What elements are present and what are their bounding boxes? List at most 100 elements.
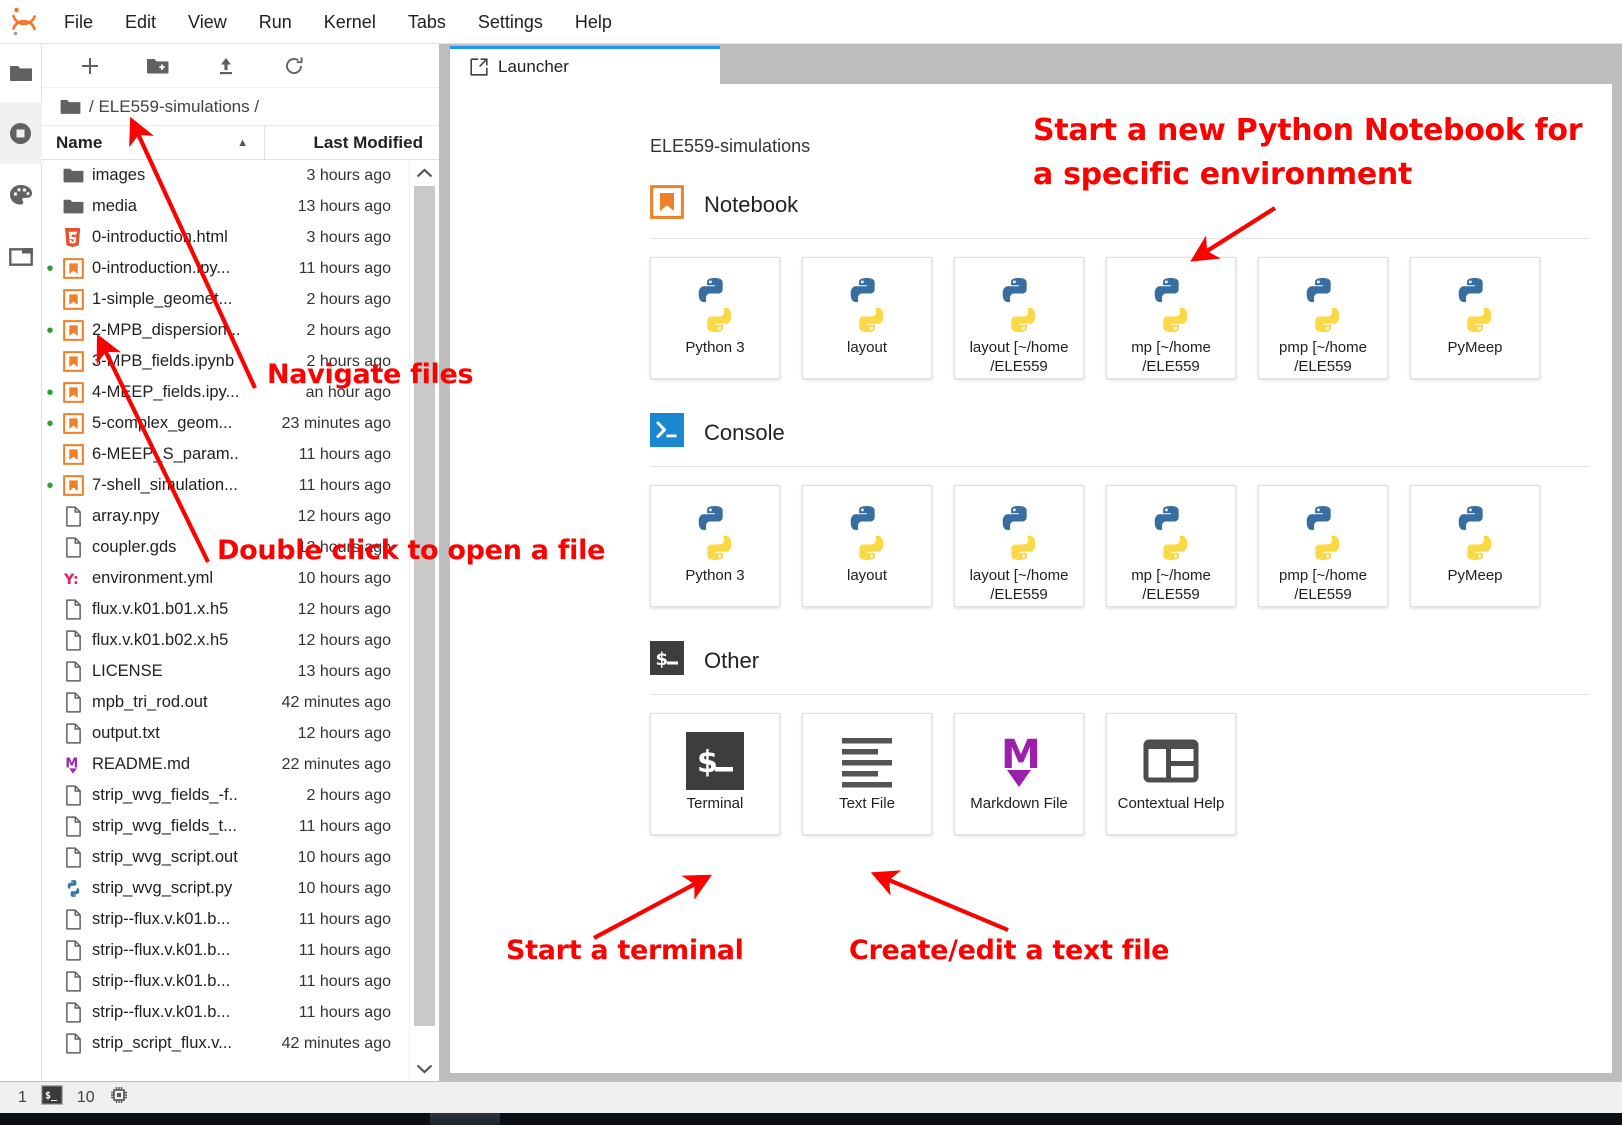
column-header-name[interactable]: Name ▲: [42, 133, 264, 153]
file-list-item[interactable]: strip--flux.v.k01.b... 11 hours ago: [42, 966, 409, 997]
launcher-card[interactable]: PyMeep: [1410, 257, 1540, 379]
file-name: coupler.gds: [92, 538, 177, 556]
new-folder-button[interactable]: [124, 48, 192, 84]
file-list-item[interactable]: strip_script_flux.v... 42 minutes ago: [42, 1028, 409, 1059]
launcher-card[interactable]: layout: [802, 485, 932, 607]
file-list-item[interactable]: strip_wvg_script.py 10 hours ago: [42, 873, 409, 904]
file-browser-panel: / ELE559-simulations / Name ▲ Last Modif…: [42, 44, 440, 1081]
scroll-up-button[interactable]: [416, 160, 433, 186]
upload-button[interactable]: [192, 48, 260, 84]
file-list-item[interactable]: flux.v.k01.b01.x.h5 12 hours ago: [42, 594, 409, 625]
menu-view[interactable]: View: [172, 7, 243, 37]
scroll-down-button[interactable]: [416, 1055, 433, 1081]
running-indicator-dot: •: [46, 474, 54, 497]
terminal-icon: $: [650, 641, 684, 675]
launcher-card[interactable]: mp [~/home /ELE559: [1106, 485, 1236, 607]
file-list-item[interactable]: output.txt 12 hours ago: [42, 718, 409, 749]
notebook-icon: [62, 382, 84, 403]
tab-bar: Launcher: [440, 44, 1622, 84]
file-list-item[interactable]: strip--flux.v.k01.b... 11 hours ago: [42, 935, 409, 966]
sidebar-item-file-browser[interactable]: [0, 44, 42, 102]
launcher-card[interactable]: PyMeep: [1410, 485, 1540, 607]
running-indicator-dot: •: [46, 257, 54, 280]
launcher-card-label: pmp [~/home /ELE559: [1279, 339, 1367, 375]
file-name: 0-introduction.ipy...: [92, 259, 231, 277]
file-list-item[interactable]: strip_wvg_script.out 10 hours ago: [42, 842, 409, 873]
tab-launcher[interactable]: Launcher: [450, 46, 720, 84]
scrollbar-thumb[interactable]: [414, 186, 435, 1026]
file-list-item[interactable]: • 5-complex_geom... 23 minutes ago: [42, 408, 409, 439]
launcher-card[interactable]: pmp [~/home /ELE559: [1258, 257, 1388, 379]
file-list-item[interactable]: array.npy 12 hours ago: [42, 501, 409, 532]
file-list-item[interactable]: media 13 hours ago: [42, 191, 409, 222]
file-list-item[interactable]: strip_wvg_fields_-f... 2 hours ago: [42, 780, 409, 811]
notebook-icon: [58, 475, 88, 496]
folder-icon: [58, 198, 88, 215]
scrollbar-track[interactable]: [410, 186, 439, 1055]
file-list-item[interactable]: • 4-MEEP_fields.ipy... an hour ago: [42, 377, 409, 408]
menu-tabs[interactable]: Tabs: [392, 7, 462, 37]
file-list-item[interactable]: 3-MPB_fields.ipynb 2 hours ago: [42, 346, 409, 377]
breadcrumb[interactable]: / ELE559-simulations /: [42, 88, 439, 126]
launcher-card[interactable]: Python 3: [650, 485, 780, 607]
menu-kernel[interactable]: Kernel: [308, 7, 392, 37]
menu-run[interactable]: Run: [243, 7, 308, 37]
file-list-scrollbar[interactable]: [409, 160, 439, 1081]
file-list-item[interactable]: coupler.gds 12 hours ago: [42, 532, 409, 563]
file-list-item[interactable]: • 2-MPB_dispersion... 2 hours ago: [42, 315, 409, 346]
terminal-count[interactable]: 10: [77, 1089, 95, 1107]
menu-file[interactable]: File: [48, 7, 109, 37]
launcher-card-label: pmp [~/home /ELE559: [1279, 567, 1367, 603]
launcher-card[interactable]: pmp [~/home /ELE559: [1258, 485, 1388, 607]
file-list-item[interactable]: 6-MEEP_S_param... 11 hours ago: [42, 439, 409, 470]
launcher-icon: [470, 57, 488, 76]
launcher-card-label: Terminal: [686, 795, 744, 812]
launcher-card-label: mp [~/home /ELE559: [1131, 339, 1211, 375]
menu-edit[interactable]: Edit: [109, 7, 172, 37]
file-list-item[interactable]: Y: environment.yml 10 hours ago: [42, 563, 409, 594]
file-name: 2-MPB_dispersion...: [92, 321, 239, 339]
status-bar: 1 $_ 10: [0, 1081, 1622, 1113]
launcher-card[interactable]: layout: [802, 257, 932, 379]
kernel-count[interactable]: 1: [18, 1089, 27, 1107]
yaml-icon: Y:: [58, 568, 88, 589]
launcher-card[interactable]: Python 3: [650, 257, 780, 379]
file-list-item[interactable]: mpb_tri_rod.out 42 minutes ago: [42, 687, 409, 718]
file-list-item[interactable]: M README.md 22 minutes ago: [42, 749, 409, 780]
launcher-card[interactable]: layout [~/home /ELE559: [954, 257, 1084, 379]
file-list-item[interactable]: strip--flux.v.k01.b... 11 hours ago: [42, 997, 409, 1028]
launcher-card[interactable]: Contextual Help: [1106, 713, 1236, 835]
menu-settings[interactable]: Settings: [462, 7, 559, 37]
file-name: mpb_tri_rod.out: [92, 693, 208, 711]
sidebar-item-open-tabs[interactable]: [0, 226, 42, 288]
column-header-last-modified[interactable]: Last Modified: [264, 126, 439, 159]
file-modified: 11 hours ago: [298, 445, 391, 463]
chip-icon[interactable]: [109, 1085, 129, 1110]
file-list-item[interactable]: LICENSE 13 hours ago: [42, 656, 409, 687]
launcher-card[interactable]: $ Terminal: [650, 713, 780, 835]
file-list-item[interactable]: strip--flux.v.k01.b... 11 hours ago: [42, 904, 409, 935]
python-icon: [1458, 278, 1492, 332]
python-file-icon: [67, 880, 79, 897]
file-list-item[interactable]: images 3 hours ago: [42, 160, 409, 191]
file-modified: 11 hours ago: [298, 972, 391, 990]
file-list-item[interactable]: • 0-introduction.ipy... 11 hours ago: [42, 253, 409, 284]
menu-help[interactable]: Help: [559, 7, 628, 37]
launcher-card[interactable]: mp [~/home /ELE559: [1106, 257, 1236, 379]
file-list-item[interactable]: strip_wvg_fields_t... 11 hours ago: [42, 811, 409, 842]
launcher-card[interactable]: layout [~/home /ELE559: [954, 485, 1084, 607]
new-launcher-button[interactable]: [56, 48, 124, 84]
file-list-item[interactable]: 0-introduction.html 3 hours ago: [42, 222, 409, 253]
notebook-icon: [62, 444, 84, 465]
launcher-card[interactable]: Text File: [802, 713, 932, 835]
file-name: flux.v.k01.b01.x.h5: [92, 600, 229, 618]
refresh-button[interactable]: [260, 48, 328, 84]
file-list-item[interactable]: flux.v.k01.b02.x.h5 12 hours ago: [42, 625, 409, 656]
python-icon: [1306, 506, 1340, 560]
sidebar-item-extension-manager[interactable]: [0, 164, 42, 226]
terminal-icon[interactable]: $_: [41, 1085, 63, 1110]
file-list-item[interactable]: 1-simple_geomet... 2 hours ago: [42, 284, 409, 315]
launcher-card[interactable]: M Markdown File: [954, 713, 1084, 835]
sidebar-item-running-terminals[interactable]: [0, 102, 42, 164]
file-list-item[interactable]: • 7-shell_simulation... 11 hours ago: [42, 470, 409, 501]
